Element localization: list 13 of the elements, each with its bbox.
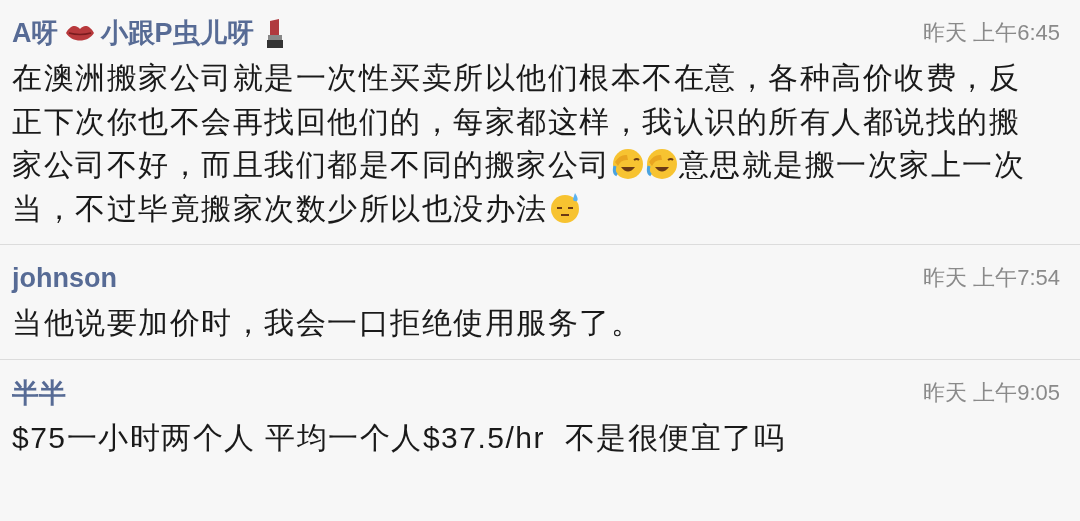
- user-name[interactable]: 小跟P虫儿呀: [100, 14, 254, 52]
- user-name[interactable]: 半半: [12, 373, 66, 412]
- user-name[interactable]: johnson: [12, 259, 117, 297]
- comment-text: $75一小时两个人 平均一个人$37.5/hr 不是很便宜了吗: [12, 419, 787, 456]
- sweat-face-icon: [548, 191, 581, 224]
- comment-time: 昨天 上午6:45: [923, 19, 1060, 47]
- laughing-face-icon: [645, 148, 678, 180]
- comment-time: 昨天 上午7:54: [923, 264, 1060, 292]
- laughing-face-icon: [611, 148, 644, 180]
- comment-text: 在澳洲搬家公司就是一次性买卖所以他们根本不在意，各种高价收费，反正下次你也不会再找回他们的，每家都这样，我认识的所有人都说找的搬家公司不好，而且我们都是不同的搬家公司 意思就是搬一次家上一次当，不过毕竟搬家次数少所以也没办法: [12, 60, 1026, 227]
- comment-time: 昨天 上午9:05: [923, 378, 1060, 407]
- user-name[interactable]: A呀: [12, 14, 59, 52]
- comment-text: 当他说要加价时，我会一口拒绝使用服务了。: [12, 305, 643, 341]
